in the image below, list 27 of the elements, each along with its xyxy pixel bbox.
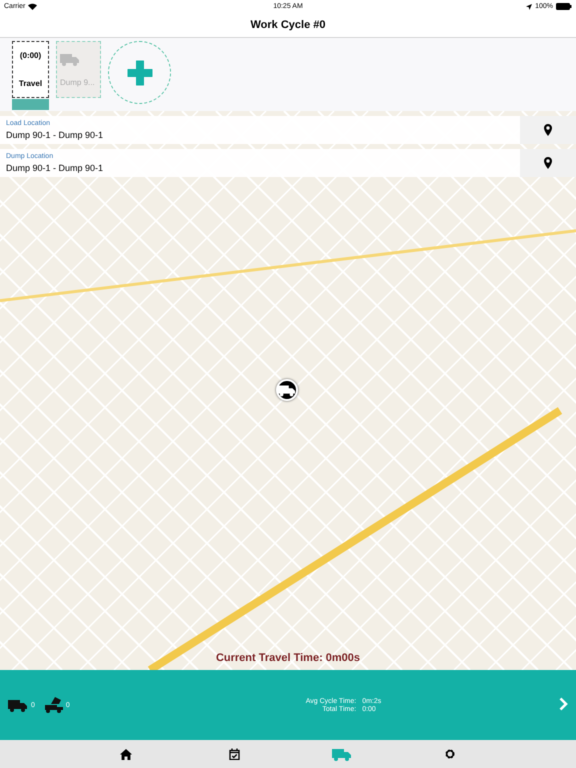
home-icon: [120, 748, 132, 760]
truck-icon: [278, 383, 296, 397]
activity-label: Dump 9...: [60, 78, 95, 87]
activity-card[interactable]: (0:00) Travel: [12, 41, 49, 98]
map-pin-icon: [544, 124, 552, 136]
truck-icon: [60, 52, 80, 66]
haul-truck-icon: [8, 698, 28, 712]
settings-icon: [444, 748, 456, 760]
selected-indicator: [12, 99, 49, 110]
calendar-icon: [228, 748, 240, 760]
chevron-right-icon: [559, 696, 568, 710]
pin-button[interactable]: [520, 149, 576, 177]
add-activity-button[interactable]: [108, 41, 171, 104]
activity-time: (0:00): [20, 51, 42, 60]
wifi-icon: [28, 3, 38, 10]
plus-icon: [126, 60, 152, 86]
location-arrow-icon: [526, 4, 532, 10]
location-value: Dump 90-1 - Dump 90-1: [6, 130, 104, 140]
dump-truck-icon: [44, 697, 63, 713]
battery-icon: [556, 3, 572, 10]
pin-button[interactable]: [520, 116, 576, 144]
map-pin-icon: [544, 157, 552, 169]
activity-label: Travel: [18, 78, 42, 88]
location-value: Dump 90-1 - Dump 90-1: [6, 163, 104, 173]
nav-title: Work Cycle #0: [250, 19, 326, 31]
truck-icon: [332, 747, 352, 761]
current-travel-time: Current Travel Time: 0m00s: [216, 652, 360, 664]
